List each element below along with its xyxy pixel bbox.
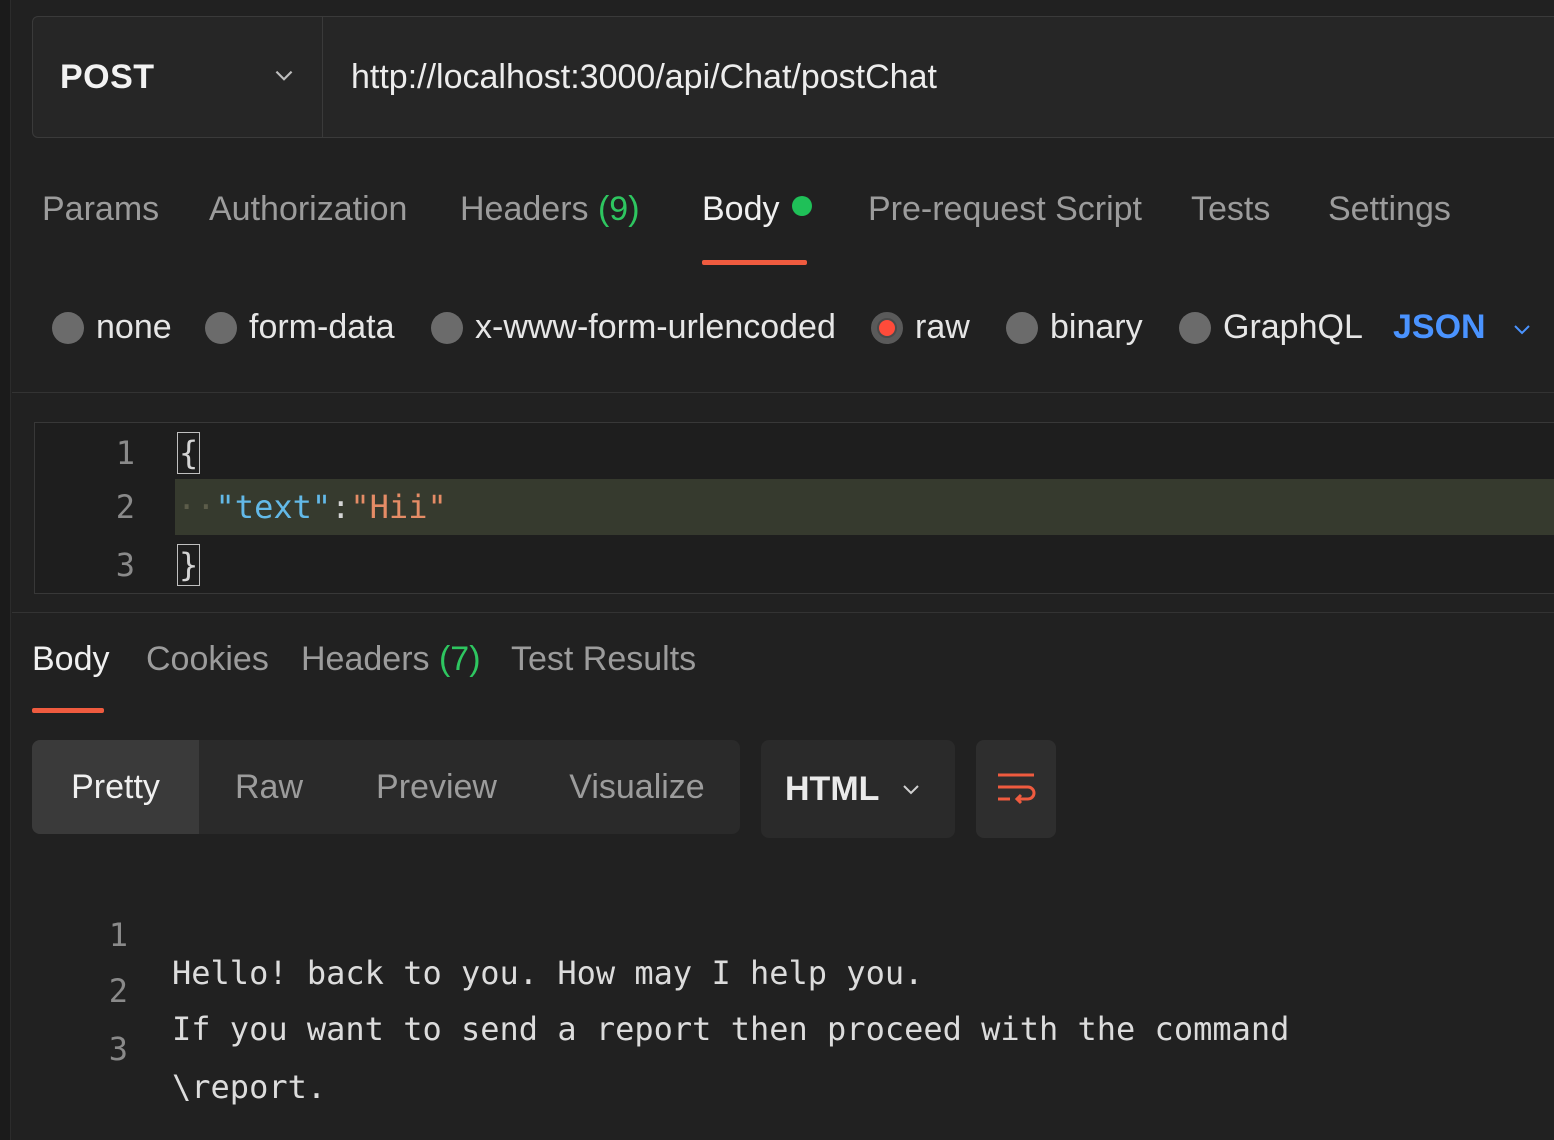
radio-label: form-data [249, 308, 395, 346]
radio-binary[interactable]: binary [1006, 308, 1143, 347]
response-view-modes: Pretty Raw Preview Visualize [32, 740, 740, 834]
headers-count: (7) [438, 640, 481, 678]
response-text: If you want to send a report then procee… [172, 1010, 1290, 1048]
radio-circle [1179, 311, 1211, 344]
divider [12, 392, 1554, 393]
line-number: 2 [115, 488, 135, 526]
json-colon: : [331, 488, 351, 526]
tab-prerequest-script[interactable]: Pre-request Script [868, 190, 1142, 229]
response-line: 3 \report. [0, 992, 326, 1106]
divider [12, 612, 1554, 613]
body-type-selector: none form-data x-www-form-urlencoded raw… [0, 300, 1554, 360]
radio-raw[interactable]: raw [871, 308, 970, 347]
resp-tab-headers[interactable]: Headers (7) [301, 640, 481, 679]
radio-label: x-www-form-urlencoded [475, 308, 836, 346]
active-tab-underline [702, 260, 807, 265]
close-brace: } [177, 544, 201, 586]
response-text: Hello! back to you. How may I help you. [172, 954, 924, 992]
method-dropdown[interactable]: POST [33, 17, 323, 137]
json-value: "Hii" [350, 488, 447, 526]
format-label: HTML [785, 769, 880, 808]
radio-circle [52, 311, 84, 344]
view-pretty-button[interactable]: Pretty [32, 740, 199, 834]
postman-request-view: POST http://localhost:3000/api/Chat/post… [0, 0, 1554, 1140]
code-line: 2 ··"text":"Hii" [35, 479, 1554, 535]
tab-body[interactable]: Body [702, 190, 812, 229]
url-bar: POST http://localhost:3000/api/Chat/post… [32, 16, 1554, 138]
tab-params[interactable]: Params [42, 190, 159, 229]
radio-form-data[interactable]: form-data [205, 308, 395, 347]
radio-label: GraphQL [1223, 308, 1363, 346]
radio-label: none [96, 308, 172, 346]
view-visualize-button[interactable]: Visualize [534, 740, 740, 834]
tab-body-label: Body [702, 190, 780, 228]
code-line: 3 } [35, 537, 1554, 593]
radio-label: raw [915, 308, 970, 346]
line-number: 3 [115, 546, 135, 584]
resp-tab-body[interactable]: Body [32, 640, 110, 679]
radio-none[interactable]: none [52, 308, 172, 347]
body-modified-dot [791, 196, 812, 216]
language-label: JSON [1393, 308, 1486, 346]
headers-count: (9) [597, 190, 640, 228]
code-line: 1 { [35, 425, 1554, 481]
json-key: "text" [215, 488, 332, 526]
view-preview-button[interactable]: Preview [339, 740, 534, 834]
chevron-down-icon [903, 785, 919, 795]
response-format-dropdown[interactable]: HTML [761, 740, 955, 838]
method-label: POST [60, 57, 155, 96]
tab-authorization[interactable]: Authorization [209, 190, 407, 229]
wrap-lines-button[interactable] [976, 740, 1056, 838]
tab-headers-label: Headers [460, 190, 589, 228]
radio-circle [1006, 311, 1038, 344]
response-text: \report. [172, 1068, 327, 1106]
request-body-editor[interactable]: 1 { 2 ··"text":"Hii" 3 } [34, 422, 1554, 594]
view-raw-button[interactable]: Raw [199, 740, 339, 834]
line-number: 1 [115, 434, 135, 472]
active-tab-underline [32, 708, 104, 713]
radio-circle [205, 311, 237, 344]
open-brace: { [177, 432, 201, 474]
radio-label: binary [1050, 308, 1143, 346]
language-dropdown[interactable]: JSON [1393, 308, 1530, 347]
chevron-down-icon [275, 70, 293, 81]
chevron-down-icon [1514, 325, 1530, 335]
wrap-lines-icon [998, 773, 1036, 805]
tab-headers[interactable]: Headers (9) [460, 190, 640, 229]
radio-circle-selected [871, 311, 903, 344]
tab-settings[interactable]: Settings [1328, 190, 1451, 229]
response-line: 1 Hello! back to you. How may I help you… [0, 878, 924, 992]
radio-graphql[interactable]: GraphQL [1179, 308, 1363, 347]
radio-circle [431, 311, 463, 344]
resp-tab-headers-label: Headers [301, 640, 430, 678]
response-line: 2 If you want to send a report then proc… [0, 934, 1290, 1048]
whitespace-indicator: ·· [177, 488, 216, 526]
url-input[interactable]: http://localhost:3000/api/Chat/postChat [323, 58, 937, 97]
line-number: 3 [108, 1030, 128, 1068]
resp-tab-cookies[interactable]: Cookies [146, 640, 269, 679]
tab-tests[interactable]: Tests [1191, 190, 1270, 229]
resp-tab-test-results[interactable]: Test Results [511, 640, 696, 679]
radio-x-www-form-urlencoded[interactable]: x-www-form-urlencoded [431, 308, 836, 347]
